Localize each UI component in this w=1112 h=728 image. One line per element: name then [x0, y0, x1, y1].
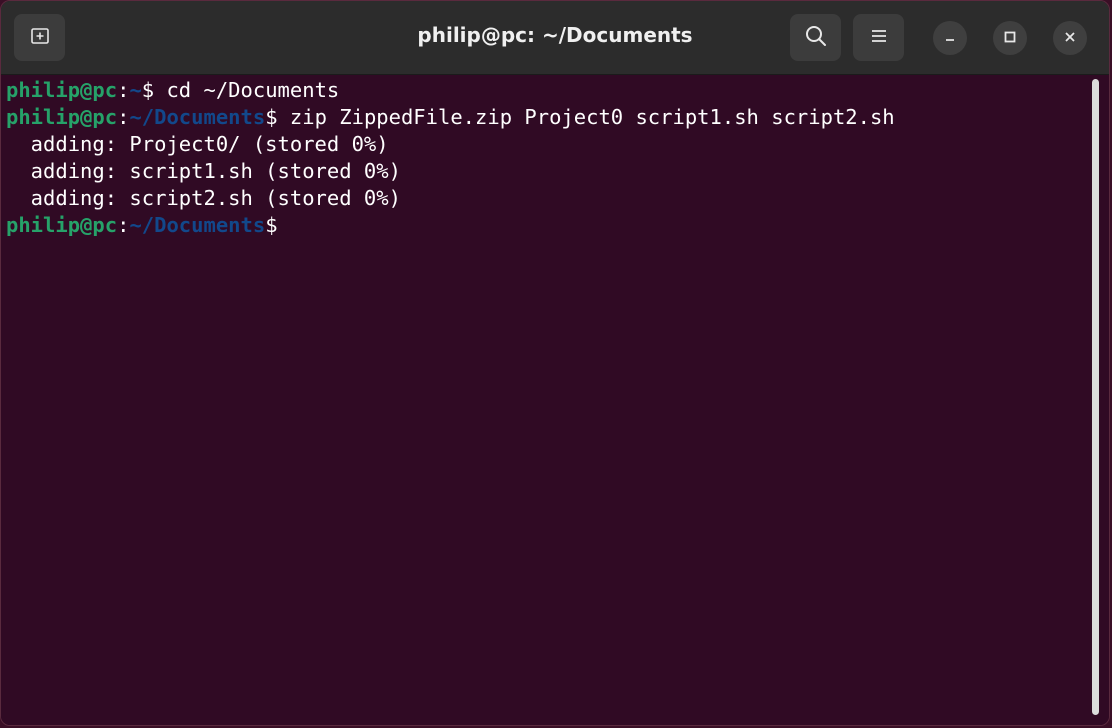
output-line: adding: script2.sh (stored 0%) — [6, 186, 401, 210]
command-text: zip ZippedFile.zip Project0 script1.sh s… — [277, 105, 895, 129]
prompt-user-host: philip@pc — [6, 105, 118, 129]
search-button[interactable] — [790, 14, 841, 61]
hamburger-menu-icon — [869, 26, 889, 50]
terminal-window: philip@pc: ~/Documents philip@pc:~$ cd ~… — [0, 0, 1110, 726]
maximize-icon — [1003, 29, 1017, 48]
prompt-path: ~ — [129, 78, 142, 102]
prompt-user-host: philip@pc — [6, 78, 118, 102]
close-button[interactable] — [1053, 21, 1087, 55]
prompt-separator: : — [117, 78, 130, 102]
output-line: adding: script1.sh (stored 0%) — [6, 159, 401, 183]
output-line: adding: Project0/ (stored 0%) — [6, 132, 389, 156]
prompt-separator: : — [117, 213, 130, 237]
menu-button[interactable] — [853, 14, 904, 61]
maximize-button[interactable] — [993, 21, 1027, 55]
prompt-symbol: $ — [265, 105, 278, 129]
terminal-line: philip@pc:~$ cd ~/Documents — [6, 77, 1109, 104]
close-icon — [1063, 29, 1077, 48]
new-tab-button[interactable] — [14, 14, 65, 61]
prompt-separator: : — [117, 105, 130, 129]
minimize-icon — [943, 29, 957, 48]
prompt-user-host: philip@pc — [6, 213, 118, 237]
terminal-output[interactable]: philip@pc:~$ cd ~/Documents philip@pc:~/… — [1, 75, 1109, 725]
search-icon — [804, 24, 828, 52]
scrollbar[interactable] — [1092, 79, 1099, 715]
prompt-symbol: $ — [141, 78, 155, 102]
prompt-path: ~/Documents — [129, 213, 266, 237]
prompt-symbol: $ — [265, 213, 278, 237]
title-bar[interactable]: philip@pc: ~/Documents — [1, 1, 1109, 75]
terminal-line: philip@pc:~/Documents$ — [6, 212, 1109, 239]
terminal-line: philip@pc:~/Documents$ zip ZippedFile.zi… — [6, 104, 1109, 131]
prompt-path: ~/Documents — [129, 105, 266, 129]
minimize-button[interactable] — [933, 21, 967, 55]
new-tab-icon — [29, 25, 51, 51]
command-text: cd ~/Documents — [154, 78, 340, 102]
